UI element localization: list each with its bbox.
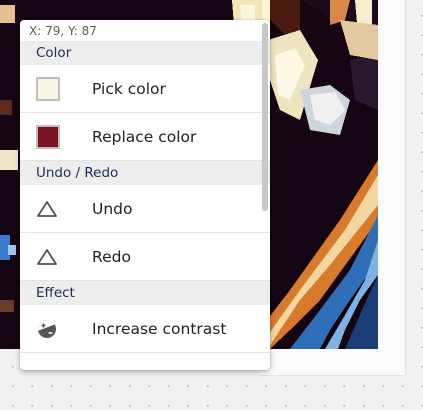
canvas-frame-bottom <box>260 349 405 376</box>
menu-item-redo[interactable]: Redo <box>20 233 270 281</box>
menu-item-undo[interactable]: Undo <box>20 185 270 233</box>
section-header-color: Color <box>20 41 270 65</box>
menu-item-label: Increase contrast <box>92 319 227 338</box>
menu-item-label: Undo <box>92 199 133 218</box>
menu-item-label: Replace color <box>92 127 197 146</box>
context-menu: X: 79, Y: 87 Color Pick color Replace co… <box>20 20 270 370</box>
section-header-undo-redo: Undo / Redo <box>20 161 270 185</box>
section-header-effect: Effect <box>20 281 270 305</box>
triangle-icon <box>37 200 57 217</box>
menu-item-increase-contrast[interactable]: Increase contrast <box>20 305 270 353</box>
color-swatch-icon <box>36 124 60 149</box>
triangle-icon <box>37 248 57 265</box>
menu-item-replace-color[interactable]: Replace color <box>20 113 270 161</box>
canvas-frame <box>378 0 406 375</box>
color-swatch-icon <box>36 76 60 101</box>
menu-scrollbar[interactable] <box>262 23 268 211</box>
cursor-coordinates: X: 79, Y: 87 <box>29 24 97 38</box>
menu-item-label: Redo <box>92 247 131 266</box>
menu-item-more[interactable] <box>20 353 270 370</box>
menu-item-label: Pick color <box>92 79 166 98</box>
menu-item-pick-color[interactable]: Pick color <box>20 65 270 113</box>
contrast-icon <box>38 319 56 338</box>
